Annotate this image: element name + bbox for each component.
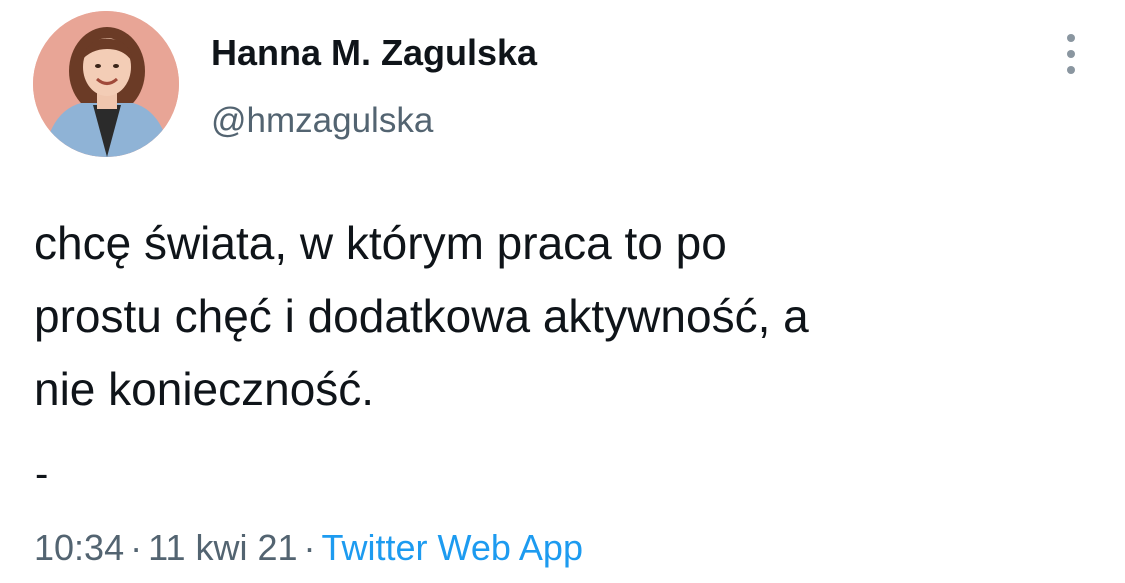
- tweet-text: chcę świata, w którym praca to po prostu…: [34, 207, 1094, 426]
- tweet-source-link[interactable]: Twitter Web App: [322, 527, 583, 568]
- display-name[interactable]: Hanna M. Zagulska: [211, 32, 537, 74]
- tweet-time[interactable]: 10:34: [34, 527, 124, 568]
- tweet-date[interactable]: 11 kwi 21: [148, 527, 297, 568]
- tweet-text-line: nie konieczność.: [34, 363, 375, 415]
- avatar[interactable]: [33, 11, 179, 157]
- tweet-text-line: chcę świata, w którym praca to po: [34, 217, 727, 269]
- more-dot: [1067, 66, 1075, 74]
- more-dot: [1067, 34, 1075, 42]
- tweet-card: Hanna M. Zagulska @hmzagulska chcę świat…: [0, 0, 1125, 583]
- separator: ·: [303, 527, 316, 568]
- user-handle[interactable]: @hmzagulska: [211, 101, 433, 141]
- more-dot: [1067, 50, 1075, 58]
- tweet-meta: 10:34 · 11 kwi 21 · Twitter Web App: [34, 527, 583, 569]
- separator: ·: [130, 527, 143, 568]
- tweet-dash: -: [35, 452, 49, 496]
- avatar-image: [33, 11, 179, 157]
- more-vertical-icon[interactable]: [1058, 34, 1084, 74]
- tweet-text-line: prostu chęć i dodatkowa aktywność, a: [34, 290, 809, 342]
